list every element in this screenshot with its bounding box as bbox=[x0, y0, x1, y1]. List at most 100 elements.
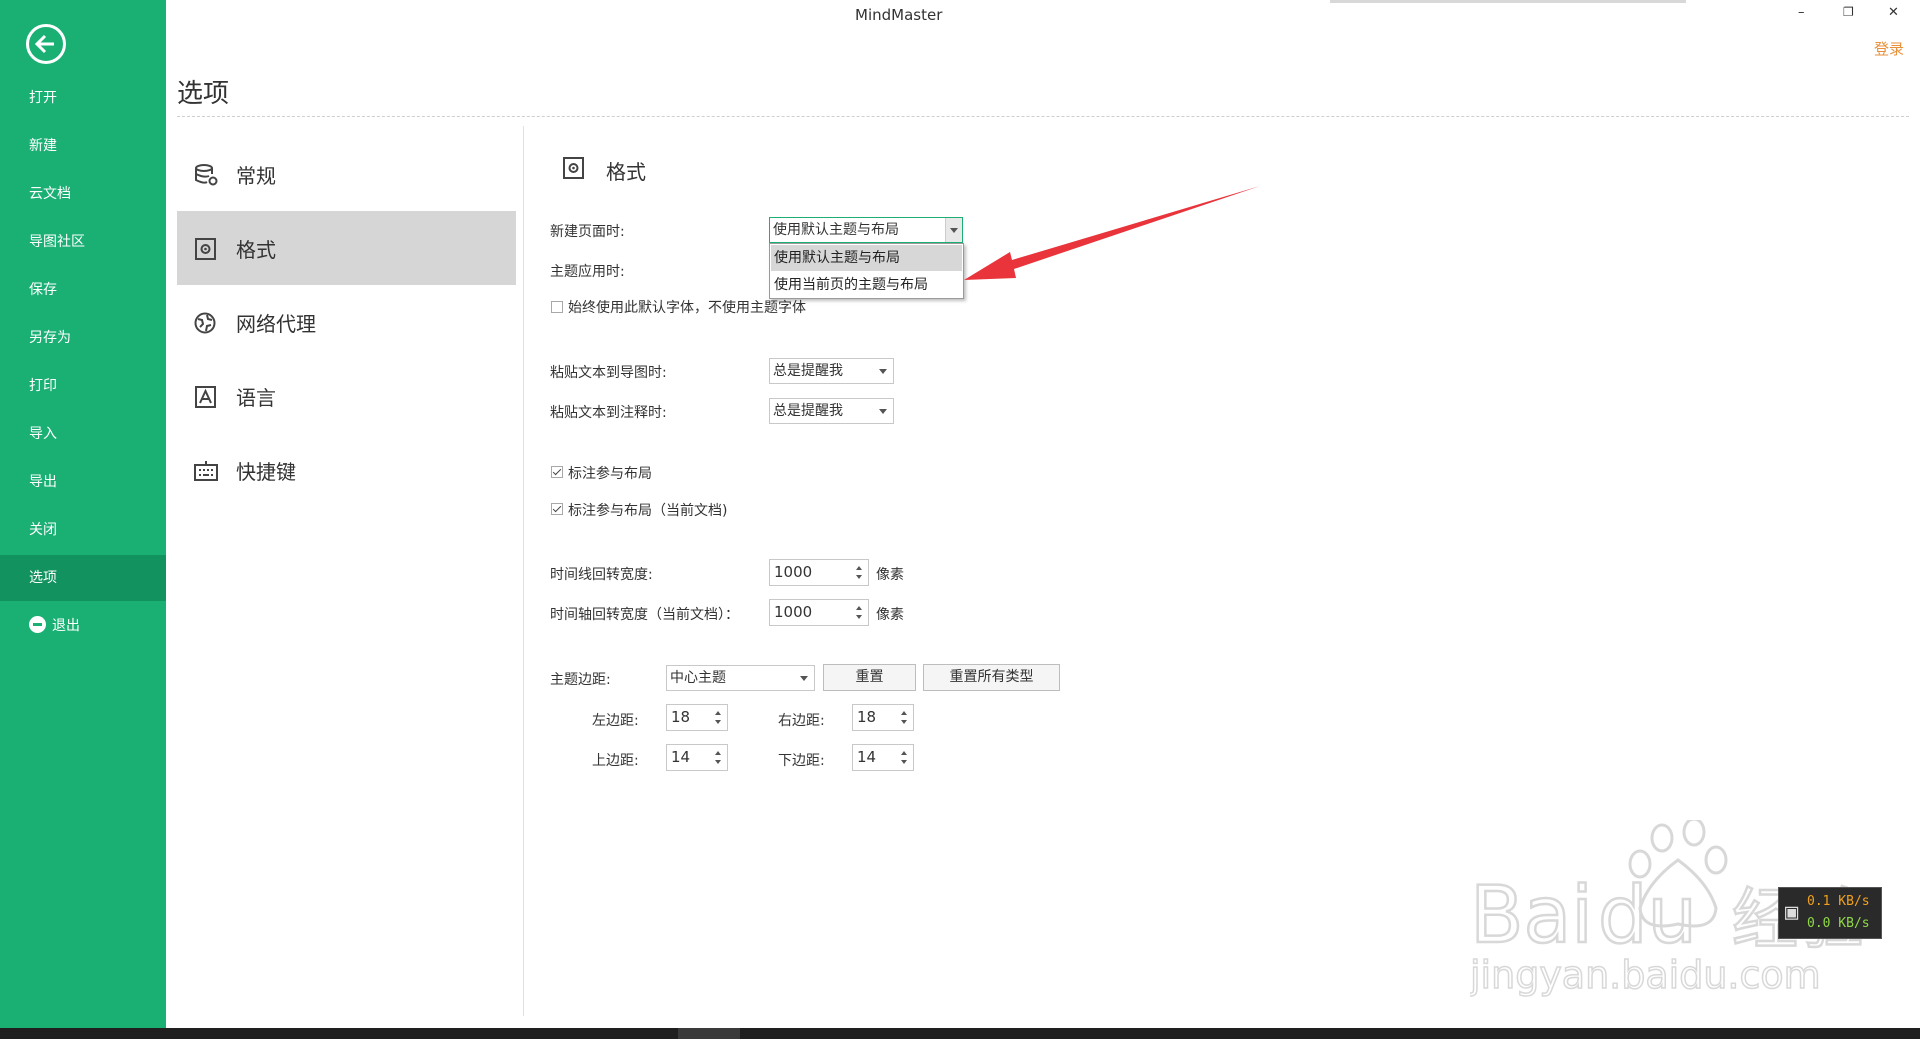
exit-icon bbox=[29, 616, 46, 633]
format-icon bbox=[195, 238, 216, 260]
right-margin-value: 18 bbox=[857, 708, 877, 726]
network-speed-widget: ▣ 0.1 KB/s 0.0 KB/s bbox=[1778, 887, 1882, 939]
sidebar-item-new[interactable]: 新建 bbox=[0, 123, 166, 169]
paste-map-select-value: 总是提醒我 bbox=[773, 363, 843, 379]
new-page-select-value: 使用默认主题与布局 bbox=[773, 222, 899, 238]
chevron-down-icon bbox=[800, 676, 808, 681]
taskbar-active-app[interactable] bbox=[678, 1028, 740, 1039]
nav-item-general[interactable]: 常规 bbox=[177, 137, 516, 211]
nav-label-format: 格式 bbox=[236, 238, 276, 262]
close-icon[interactable]: ✕ bbox=[1888, 5, 1899, 20]
proxy-globe-icon bbox=[194, 312, 216, 334]
left-margin-stepper[interactable]: 18 bbox=[666, 704, 728, 731]
left-margin-label: 左边距: bbox=[592, 713, 639, 729]
sidebar-item-options[interactable]: 选项 bbox=[0, 555, 166, 601]
top-margin-value: 14 bbox=[671, 748, 691, 766]
section-title: 格式 bbox=[606, 160, 646, 184]
svg-text:jingyan.baidu.com: jingyan.baidu.com bbox=[1470, 953, 1821, 997]
timeline-wrap-unit: 像素 bbox=[876, 567, 904, 583]
increment-icon[interactable] bbox=[901, 711, 907, 715]
callout-layout-doc-checkbox[interactable] bbox=[551, 503, 563, 515]
sidebar-item-save[interactable]: 保存 bbox=[0, 267, 166, 313]
keyboard-icon bbox=[194, 461, 218, 481]
decrement-icon[interactable] bbox=[856, 615, 862, 619]
sidebar-item-community[interactable]: 导图社区 bbox=[0, 219, 166, 265]
window-title: MindMaster bbox=[855, 6, 943, 24]
top-margin-label: 上边距: bbox=[592, 753, 639, 769]
topic-type-value: 中心主题 bbox=[670, 670, 726, 686]
nav-item-shortcuts[interactable]: 快捷键 bbox=[177, 433, 516, 507]
sidebar-item-print[interactable]: 打印 bbox=[0, 363, 166, 409]
decrement-icon[interactable] bbox=[715, 760, 721, 764]
sidebar-item-exit-label: 退出 bbox=[52, 618, 80, 634]
upload-speed: 0.1 KB/s bbox=[1807, 894, 1870, 909]
restore-icon[interactable]: ❐ bbox=[1843, 5, 1854, 19]
new-page-select[interactable]: 使用默认主题与布局 bbox=[769, 217, 963, 243]
theme-apply-label: 主题应用时: bbox=[550, 264, 625, 280]
callout-layout-label: 标注参与布局 bbox=[568, 466, 652, 482]
nav-divider bbox=[523, 126, 524, 1016]
increment-icon[interactable] bbox=[856, 566, 862, 570]
timeline-axis-unit: 像素 bbox=[876, 607, 904, 623]
right-margin-label: 右边距: bbox=[778, 713, 825, 729]
minimize-icon[interactable]: – bbox=[1798, 5, 1805, 20]
timeline-wrap-stepper[interactable]: 1000 bbox=[769, 559, 869, 586]
increment-icon[interactable] bbox=[715, 751, 721, 755]
nav-item-proxy[interactable]: 网络代理 bbox=[177, 285, 516, 359]
sidebar-item-open[interactable]: 打开 bbox=[0, 75, 166, 121]
right-margin-stepper[interactable]: 18 bbox=[852, 704, 914, 731]
increment-icon[interactable] bbox=[715, 711, 721, 715]
bottom-margin-stepper[interactable]: 14 bbox=[852, 744, 914, 771]
nav-item-language[interactable]: 语言 bbox=[177, 359, 516, 433]
decrement-icon[interactable] bbox=[901, 760, 907, 764]
sidebar-item-exit[interactable]: 退出 bbox=[0, 603, 166, 649]
back-arrow-icon[interactable] bbox=[26, 24, 66, 64]
nav-label-language: 语言 bbox=[236, 386, 276, 410]
sidebar-item-export[interactable]: 导出 bbox=[0, 459, 166, 505]
floating-panel-edge bbox=[1330, 0, 1686, 3]
timeline-axis-value: 1000 bbox=[774, 603, 813, 621]
left-margin-value: 18 bbox=[671, 708, 691, 726]
topic-margin-label: 主题边距: bbox=[550, 672, 611, 688]
backstage-sidebar: 打开 新建 云文档 导图社区 保存 另存为 打印 导入 导出 关闭 选项 退出 bbox=[0, 0, 166, 1028]
os-taskbar bbox=[0, 1028, 1920, 1039]
dropdown-option-default[interactable]: 使用默认主题与布局 bbox=[771, 245, 962, 271]
chevron-down-icon bbox=[950, 228, 958, 233]
increment-icon[interactable] bbox=[856, 606, 862, 610]
decrement-icon[interactable] bbox=[856, 575, 862, 579]
callout-layout-checkbox[interactable] bbox=[551, 466, 563, 478]
nav-item-format[interactable]: 格式 bbox=[177, 211, 516, 285]
sidebar-item-close[interactable]: 关闭 bbox=[0, 507, 166, 553]
topic-type-select[interactable]: 中心主题 bbox=[666, 665, 815, 691]
timeline-wrap-label: 时间线回转宽度: bbox=[550, 567, 653, 583]
sidebar-item-import[interactable]: 导入 bbox=[0, 411, 166, 457]
top-margin-stepper[interactable]: 14 bbox=[666, 744, 728, 771]
paste-note-select[interactable]: 总是提醒我 bbox=[769, 398, 894, 424]
header-divider bbox=[177, 116, 1909, 117]
chevron-down-icon bbox=[879, 409, 887, 414]
reset-all-button[interactable]: 重置所有类型 bbox=[923, 664, 1060, 691]
page-title: 选项 bbox=[177, 79, 230, 109]
default-font-label: 始终使用此默认字体，不使用主题字体 bbox=[568, 300, 806, 316]
timeline-axis-stepper[interactable]: 1000 bbox=[769, 599, 869, 626]
decrement-icon[interactable] bbox=[715, 720, 721, 724]
format-section-icon bbox=[563, 157, 584, 179]
paste-map-label: 粘贴文本到导图时: bbox=[550, 365, 667, 381]
sidebar-item-cloud-docs[interactable]: 云文档 bbox=[0, 171, 166, 217]
decrement-icon[interactable] bbox=[901, 720, 907, 724]
general-settings-icon bbox=[195, 164, 218, 186]
dropdown-option-current[interactable]: 使用当前页的主题与布局 bbox=[771, 272, 962, 298]
login-link[interactable]: 登录 bbox=[1874, 38, 1904, 59]
default-font-checkbox[interactable] bbox=[551, 301, 563, 313]
timeline-axis-label: 时间轴回转宽度（当前文档）： bbox=[550, 607, 739, 623]
network-icon: ▣ bbox=[1785, 900, 1799, 925]
bottom-margin-label: 下边距: bbox=[778, 753, 825, 769]
increment-icon[interactable] bbox=[901, 751, 907, 755]
sidebar-item-save-as[interactable]: 另存为 bbox=[0, 315, 166, 361]
annotation-arrow-icon bbox=[964, 186, 1260, 280]
reset-button[interactable]: 重置 bbox=[823, 664, 916, 691]
paste-map-select[interactable]: 总是提醒我 bbox=[769, 358, 894, 384]
new-page-dropdown-list: 使用默认主题与布局 使用当前页的主题与布局 bbox=[769, 243, 964, 299]
download-speed: 0.0 KB/s bbox=[1807, 916, 1870, 931]
nav-label-general: 常规 bbox=[236, 164, 276, 188]
